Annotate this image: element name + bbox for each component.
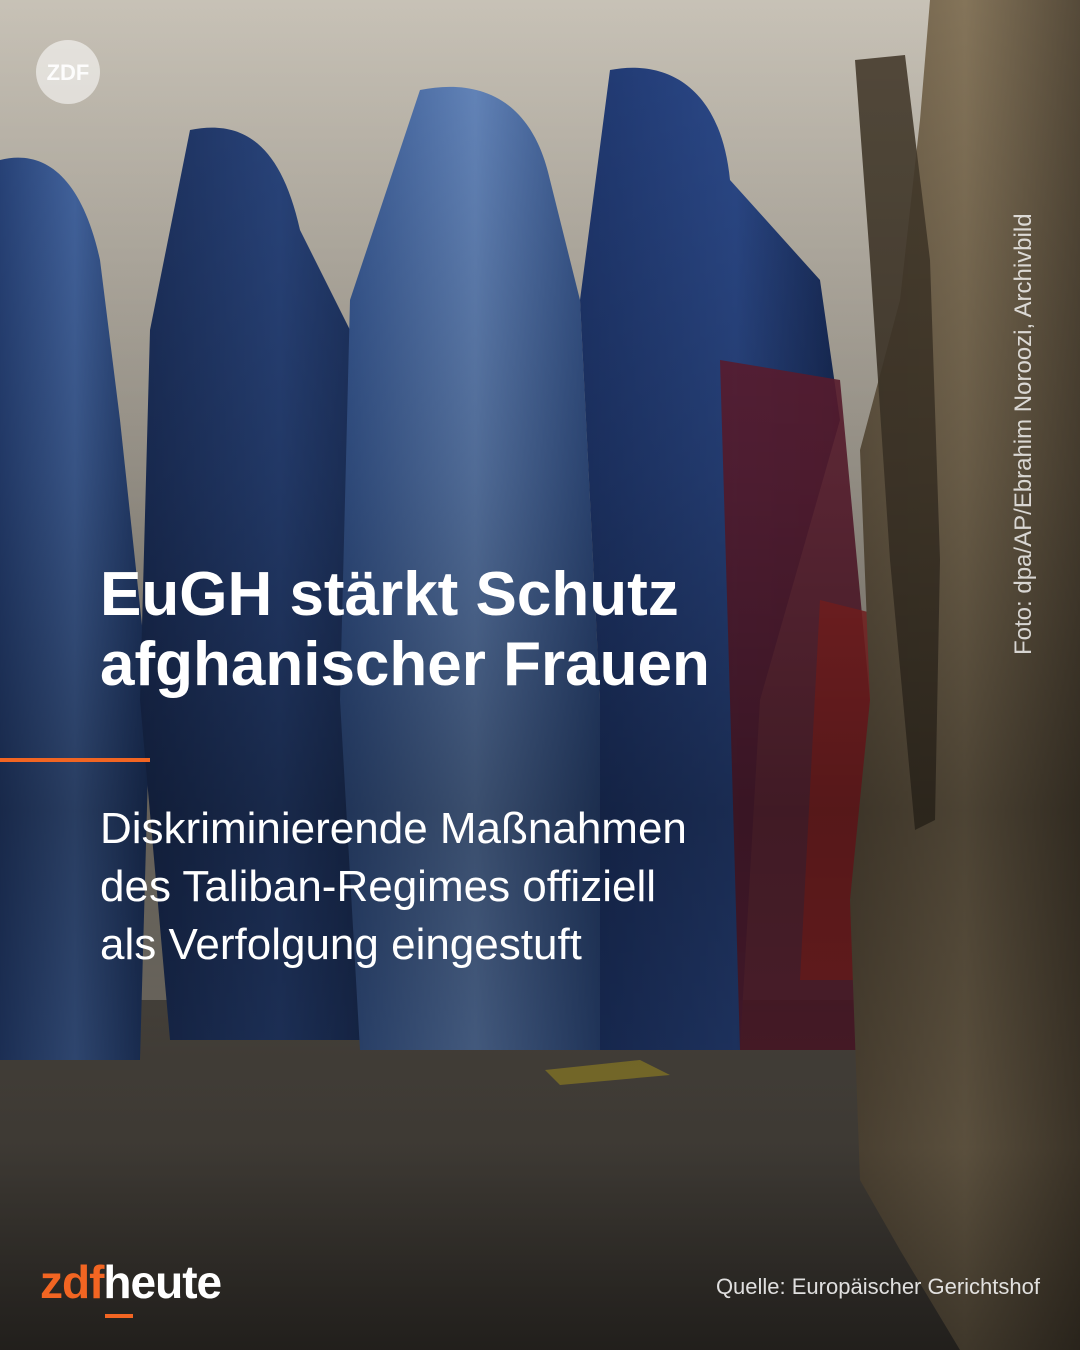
subheadline-line-3: als Verfolgung eingestuft: [100, 920, 582, 969]
news-card: ZDF Foto: dpa/AP/Ebrahim Noroozi, Archiv…: [0, 0, 1080, 1350]
subheadline: Diskriminierende Maßnahmen des Taliban-R…: [100, 800, 960, 974]
headline-line-1: EuGH stärkt Schutz: [100, 560, 679, 629]
zdfheute-logo: zdfheute: [40, 1255, 222, 1315]
zdf-watermark-icon: ZDF: [36, 40, 100, 104]
logo-heute: heute: [103, 1256, 222, 1308]
headline-line-2: afghanischer Frauen: [100, 630, 710, 699]
photo-credit-container: Foto: dpa/AP/Ebrahim Noroozi, Archivbild: [1010, 155, 1050, 655]
source-note: Quelle: Europäischer Gerichtshof: [715, 1274, 1040, 1299]
headline: EuGH stärkt Schutz afghanischer Frauen: [100, 560, 920, 700]
watermark-label: ZDF: [47, 60, 90, 85]
subheadline-line-1: Diskriminierende Maßnahmen: [100, 804, 687, 853]
accent-divider: [0, 758, 150, 762]
photo-credit: Foto: dpa/AP/Ebrahim Noroozi, Archivbild: [1010, 213, 1037, 655]
logo-zdf: zdf: [40, 1256, 104, 1308]
subheadline-line-2: des Taliban-Regimes offiziell: [100, 862, 656, 911]
